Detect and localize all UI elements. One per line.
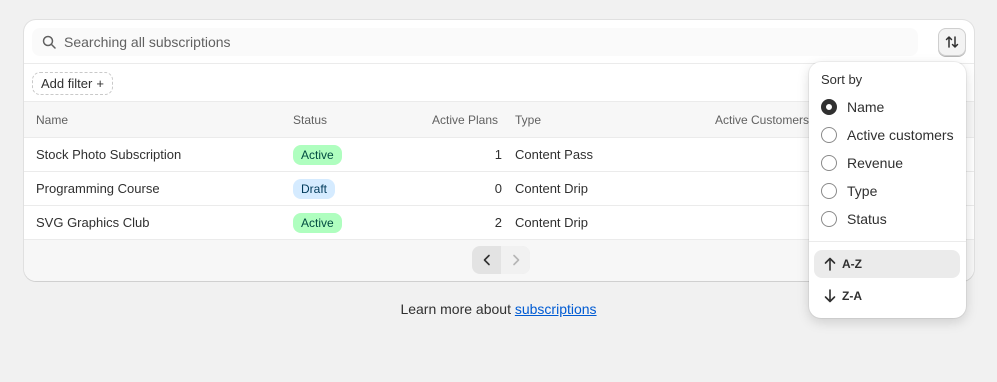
- radio-button[interactable]: [821, 183, 837, 199]
- header-status[interactable]: Status: [293, 102, 327, 138]
- sort-option-label: Active customers: [847, 127, 954, 143]
- active-plans-value: 1: [494, 147, 502, 162]
- sort-option-label: Status: [847, 211, 887, 227]
- sort-popover-title: Sort by: [821, 72, 863, 87]
- subscription-name[interactable]: Programming Course: [36, 172, 160, 205]
- search-row: [24, 20, 974, 64]
- search-box[interactable]: [32, 28, 918, 56]
- sort-option-name[interactable]: Name: [821, 97, 884, 117]
- plus-icon: +: [96, 76, 104, 91]
- type-value: Content Drip: [515, 215, 588, 230]
- arrow-down-icon: [824, 289, 836, 303]
- previous-page-button[interactable]: [472, 246, 501, 274]
- sort-direction-a-z[interactable]: A-Z: [814, 250, 960, 278]
- radio-button[interactable]: [821, 211, 837, 227]
- pagination: [472, 246, 530, 274]
- header-active-customers[interactable]: Active Customers: [715, 102, 809, 138]
- sort-option-active-customers[interactable]: Active customers: [821, 125, 954, 145]
- arrow-up-icon: [824, 257, 836, 271]
- subscriptions-link[interactable]: subscriptions: [515, 301, 597, 317]
- add-filter-label: Add filter: [41, 76, 93, 91]
- status-badge: Active: [293, 213, 342, 233]
- radio-button[interactable]: [821, 99, 837, 115]
- search-input[interactable]: [64, 28, 864, 56]
- header-name[interactable]: Name: [36, 102, 68, 138]
- subscription-name[interactable]: SVG Graphics Club: [36, 206, 149, 239]
- sort-popover: Sort by Name Active customers Revenue Ty…: [809, 62, 966, 318]
- sort-option-label: Revenue: [847, 155, 904, 171]
- sort-option-label: Name: [847, 99, 885, 115]
- sort-button[interactable]: [938, 28, 966, 56]
- status-badge: Draft: [293, 179, 336, 199]
- subscription-name[interactable]: Stock Photo Subscription: [36, 138, 181, 171]
- type-value: Content Drip: [515, 181, 588, 196]
- divider: [809, 241, 966, 242]
- sort-option-status[interactable]: Status: [821, 209, 887, 229]
- active-plans-value: 2: [494, 215, 502, 230]
- chevron-right-icon: [512, 254, 519, 266]
- sort-option-revenue[interactable]: Revenue: [821, 153, 903, 173]
- add-filter-button[interactable]: Add filter +: [32, 72, 113, 95]
- sort-direction-label: A-Z: [842, 257, 862, 271]
- radio-button[interactable]: [821, 155, 837, 171]
- search-icon: [42, 35, 56, 49]
- next-page-button[interactable]: [501, 246, 530, 274]
- chevron-left-icon: [483, 254, 490, 266]
- sort-option-type[interactable]: Type: [821, 181, 877, 201]
- header-active-plans[interactable]: Active Plans: [432, 102, 498, 138]
- sort-icon: [945, 36, 959, 48]
- learn-more-prefix: Learn more about: [400, 301, 515, 317]
- header-type[interactable]: Type: [515, 102, 541, 138]
- radio-button[interactable]: [821, 127, 837, 143]
- sort-direction-z-a[interactable]: Z-A: [814, 282, 960, 310]
- active-plans-value: 0: [494, 181, 502, 196]
- sort-option-label: Type: [847, 183, 878, 199]
- status-badge: Active: [293, 145, 342, 165]
- sort-direction-label: Z-A: [842, 289, 862, 303]
- type-value: Content Pass: [515, 147, 594, 162]
